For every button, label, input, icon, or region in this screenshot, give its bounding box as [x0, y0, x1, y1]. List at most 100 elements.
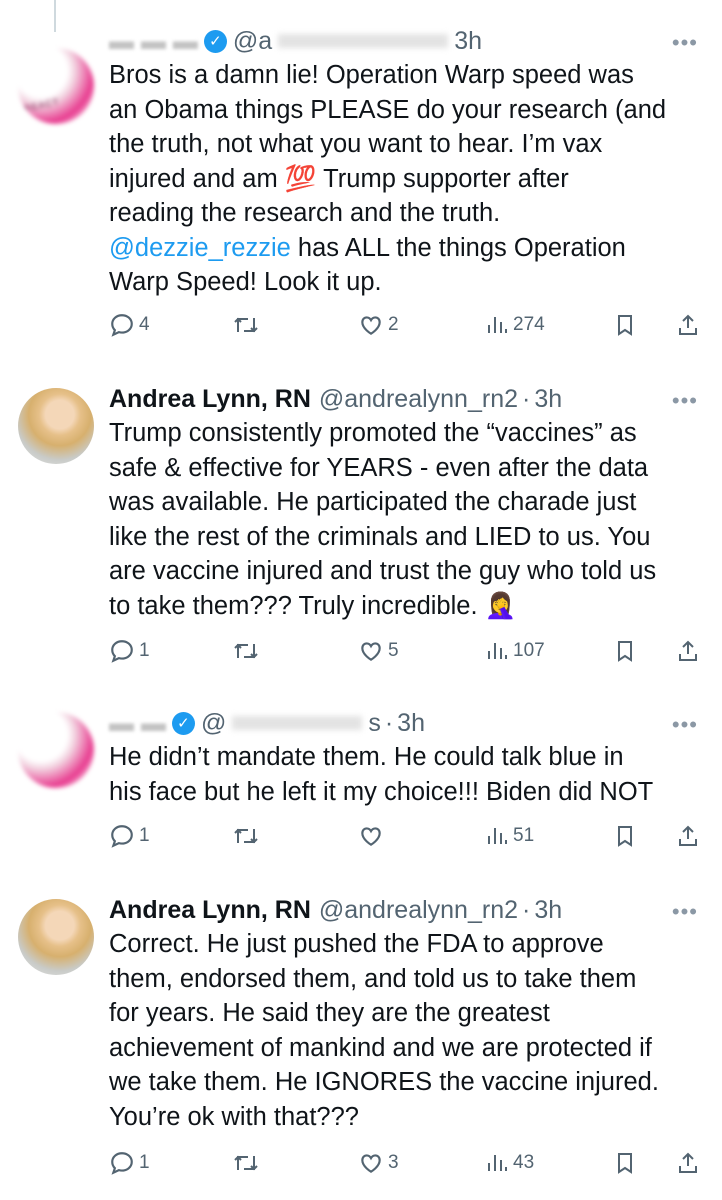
views-button[interactable]: 274	[485, 312, 545, 338]
views-icon	[488, 828, 507, 844]
separator-dot: ·	[522, 895, 531, 924]
more-icon[interactable]: •••	[672, 899, 698, 925]
text-line: his face but he left it my choice!!! Bid…	[109, 777, 654, 806]
text-line: are vaccine injured and trust the guy wh…	[109, 557, 657, 585]
handle[interactable]: @	[201, 709, 226, 738]
like-count: 2	[388, 314, 399, 335]
avatar-text: REACT	[23, 96, 61, 114]
timestamp[interactable]: 3h	[534, 385, 562, 414]
tweet-text: Correct. He just pushed the FDA to appro…	[109, 927, 700, 1134]
redacted-handle	[278, 34, 449, 48]
display-name[interactable]: ▬ ▬ ▬	[109, 27, 198, 56]
tweet-text: Trump consistently promoted the “vaccine…	[109, 416, 700, 623]
text-line: an Obama things PLEASE do your research …	[109, 95, 667, 124]
tweet-actions: 4 2 274	[0, 312, 722, 346]
share-icon	[679, 1152, 697, 1173]
timestamp[interactable]: 3h	[397, 709, 425, 738]
tweet-actions: 1 5 107	[0, 638, 722, 672]
share-button[interactable]	[676, 638, 700, 664]
more-icon[interactable]: •••	[672, 30, 698, 56]
text-line: like the rest of the criminals and LIED …	[109, 522, 651, 551]
display-name[interactable]: ▬ ▬	[109, 709, 166, 738]
tweet-actions: 1 3 43	[0, 1150, 722, 1184]
reply-count: 1	[139, 1152, 150, 1173]
tweet-actions: 1 51	[0, 823, 722, 857]
bookmark-icon	[618, 641, 632, 662]
avatar[interactable]	[18, 388, 94, 464]
views-count: 107	[513, 640, 545, 661]
tweet-header: ▬ ▬ ▬ ✓ @a 3h	[109, 24, 700, 58]
actions-row: 1 3 43	[0, 1150, 722, 1184]
text-line: Warp Speed! Look it up.	[109, 268, 382, 296]
tweet[interactable]: ▬ ▬ ✓ @ s · 3h He didn’t mandate them. H…	[0, 706, 722, 809]
avatar[interactable]: REACT	[18, 48, 94, 124]
share-icon	[679, 640, 697, 661]
reply-button[interactable]: 1	[109, 1150, 150, 1176]
views-icon	[488, 643, 507, 659]
text-line: achievement of mankind and we are protec…	[109, 1033, 652, 1062]
tweet-header: Andrea Lynn, RN @andrealynn_rn2 · 3h	[109, 382, 700, 416]
handle[interactable]: @a	[233, 27, 272, 56]
views-count: 43	[513, 1152, 535, 1173]
text-line: the truth, not what you want to hear. I’…	[109, 130, 603, 158]
retweet-icon	[234, 828, 258, 844]
tweet-text: Bros is a damn lie! Operation Warp speed…	[109, 58, 700, 300]
reply-button[interactable]: 1	[109, 823, 150, 849]
text-line: safe & effective for YEARS - even after …	[109, 453, 649, 482]
bookmark-button[interactable]	[613, 1150, 637, 1176]
bookmark-button[interactable]	[613, 638, 637, 664]
handle[interactable]: @andrealynn_rn2	[319, 385, 518, 414]
text-line: He didn’t mandate them. He could talk bl…	[109, 743, 624, 771]
separator-dot: ·	[384, 708, 394, 737]
text-line: You’re ok with that???	[109, 1102, 359, 1131]
like-button[interactable]: 3	[358, 1150, 399, 1176]
views-button[interactable]: 43	[485, 1150, 534, 1176]
timestamp[interactable]: 3h	[454, 27, 482, 56]
views-button[interactable]: 51	[485, 823, 534, 849]
display-name[interactable]: Andrea Lynn, RN	[109, 385, 311, 414]
tweet[interactable]: REACT ▬ ▬ ▬ ✓ @a 3h Bros is a damn lie! …	[0, 24, 722, 300]
like-count: 3	[388, 1152, 399, 1173]
views-button[interactable]: 107	[485, 638, 545, 664]
share-button[interactable]	[676, 1150, 700, 1176]
avatar[interactable]	[18, 899, 94, 975]
retweet-button[interactable]	[232, 823, 260, 849]
tweet-text: He didn’t mandate them. He could talk bl…	[109, 740, 700, 809]
tweet[interactable]: Andrea Lynn, RN @andrealynn_rn2 · 3h Cor…	[0, 893, 722, 1134]
timestamp[interactable]: 3h	[534, 896, 562, 925]
text-line: Trump consistently promoted the “vaccine…	[109, 419, 637, 447]
bookmark-button[interactable]	[613, 312, 637, 338]
text-line: @dezzie_rezzie has ALL the things Operat…	[109, 231, 700, 266]
share-button[interactable]	[676, 823, 700, 849]
mention-link[interactable]: @dezzie_rezzie	[109, 234, 291, 262]
display-name[interactable]: Andrea Lynn, RN	[109, 896, 311, 925]
more-icon[interactable]: •••	[672, 712, 698, 738]
reply-button[interactable]: 4	[109, 312, 150, 338]
share-button[interactable]	[676, 312, 700, 338]
like-count: 5	[388, 640, 399, 661]
like-icon	[361, 316, 381, 335]
actions-row: 4 2 274	[0, 312, 722, 346]
like-button[interactable]	[358, 823, 388, 849]
handle[interactable]: @andrealynn_rn2	[319, 896, 518, 925]
like-button[interactable]: 2	[358, 312, 399, 338]
reply-count: 1	[139, 640, 150, 661]
avatar[interactable]	[18, 712, 94, 788]
reply-button[interactable]: 1	[109, 638, 150, 664]
like-button[interactable]: 5	[358, 638, 399, 664]
retweet-button[interactable]	[232, 638, 260, 664]
retweet-icon	[234, 317, 258, 333]
retweet-button[interactable]	[232, 1150, 260, 1176]
text-line: to take them??? Truly incredible. 🤦‍♀️	[109, 591, 517, 620]
text-line: Bros is a damn lie! Operation Warp speed…	[109, 61, 634, 89]
more-icon[interactable]: •••	[672, 388, 698, 414]
views-icon	[488, 317, 507, 333]
bookmark-button[interactable]	[613, 823, 637, 849]
retweet-button[interactable]	[232, 312, 260, 338]
reply-icon	[111, 314, 133, 337]
tweet[interactable]: Andrea Lynn, RN @andrealynn_rn2 · 3h Tru…	[0, 382, 722, 623]
reply-icon	[111, 825, 133, 848]
retweet-icon	[234, 643, 258, 659]
separator-dot: ·	[522, 384, 531, 413]
text-line: for years. He said they are the greatest	[109, 999, 550, 1027]
